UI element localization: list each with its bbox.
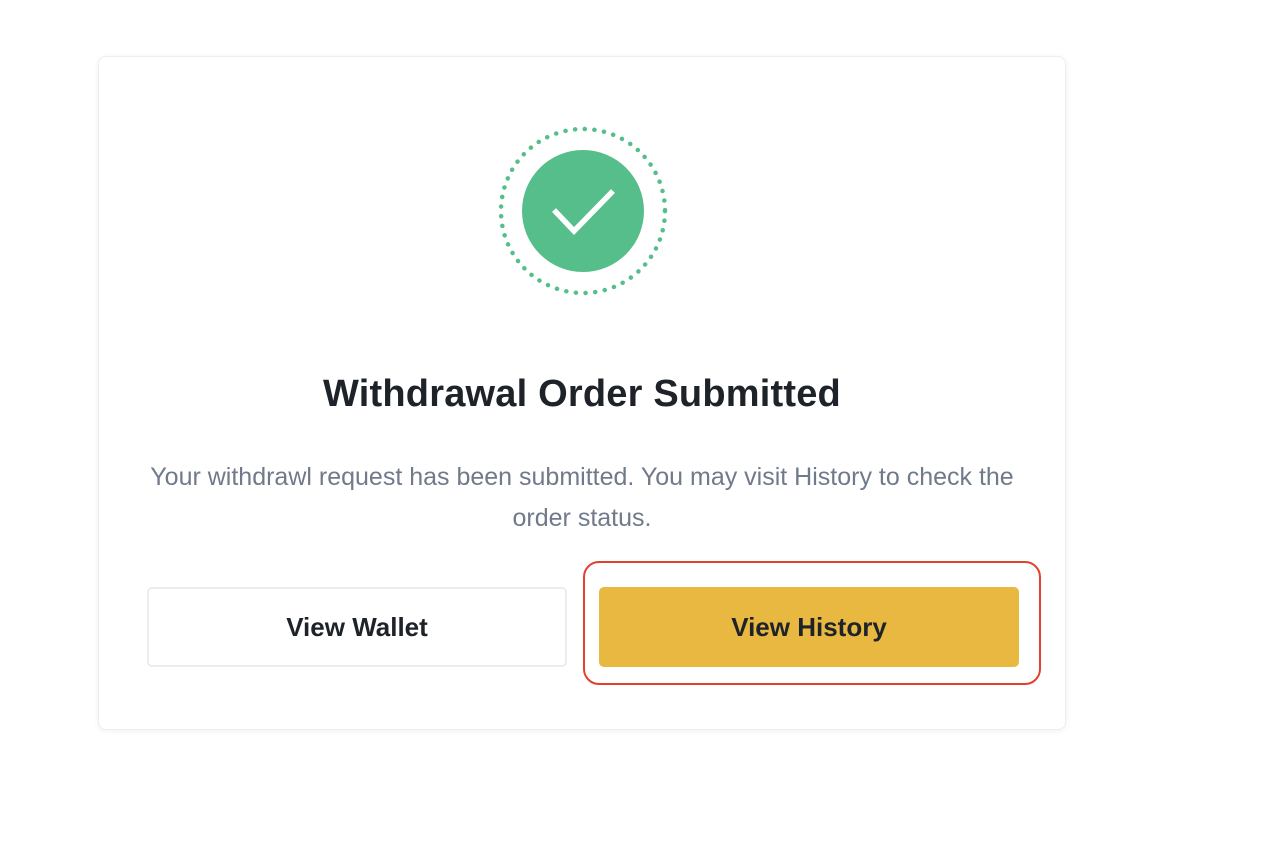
dialog-message: Your withdrawl request has been submitte… <box>150 463 1014 532</box>
view-wallet-button[interactable]: View Wallet <box>147 587 567 667</box>
withdrawal-success-card: Withdrawal Order Submitted Your withdraw… <box>98 56 1066 730</box>
view-wallet-label: View Wallet <box>286 611 428 642</box>
view-history-button[interactable]: View History <box>599 587 1019 667</box>
dialog-title: Withdrawal Order Submitted <box>323 373 841 415</box>
success-disc <box>522 150 644 272</box>
check-circle-icon <box>497 125 669 297</box>
check-circle-graphic <box>498 126 668 296</box>
view-history-label: View History <box>731 611 887 642</box>
